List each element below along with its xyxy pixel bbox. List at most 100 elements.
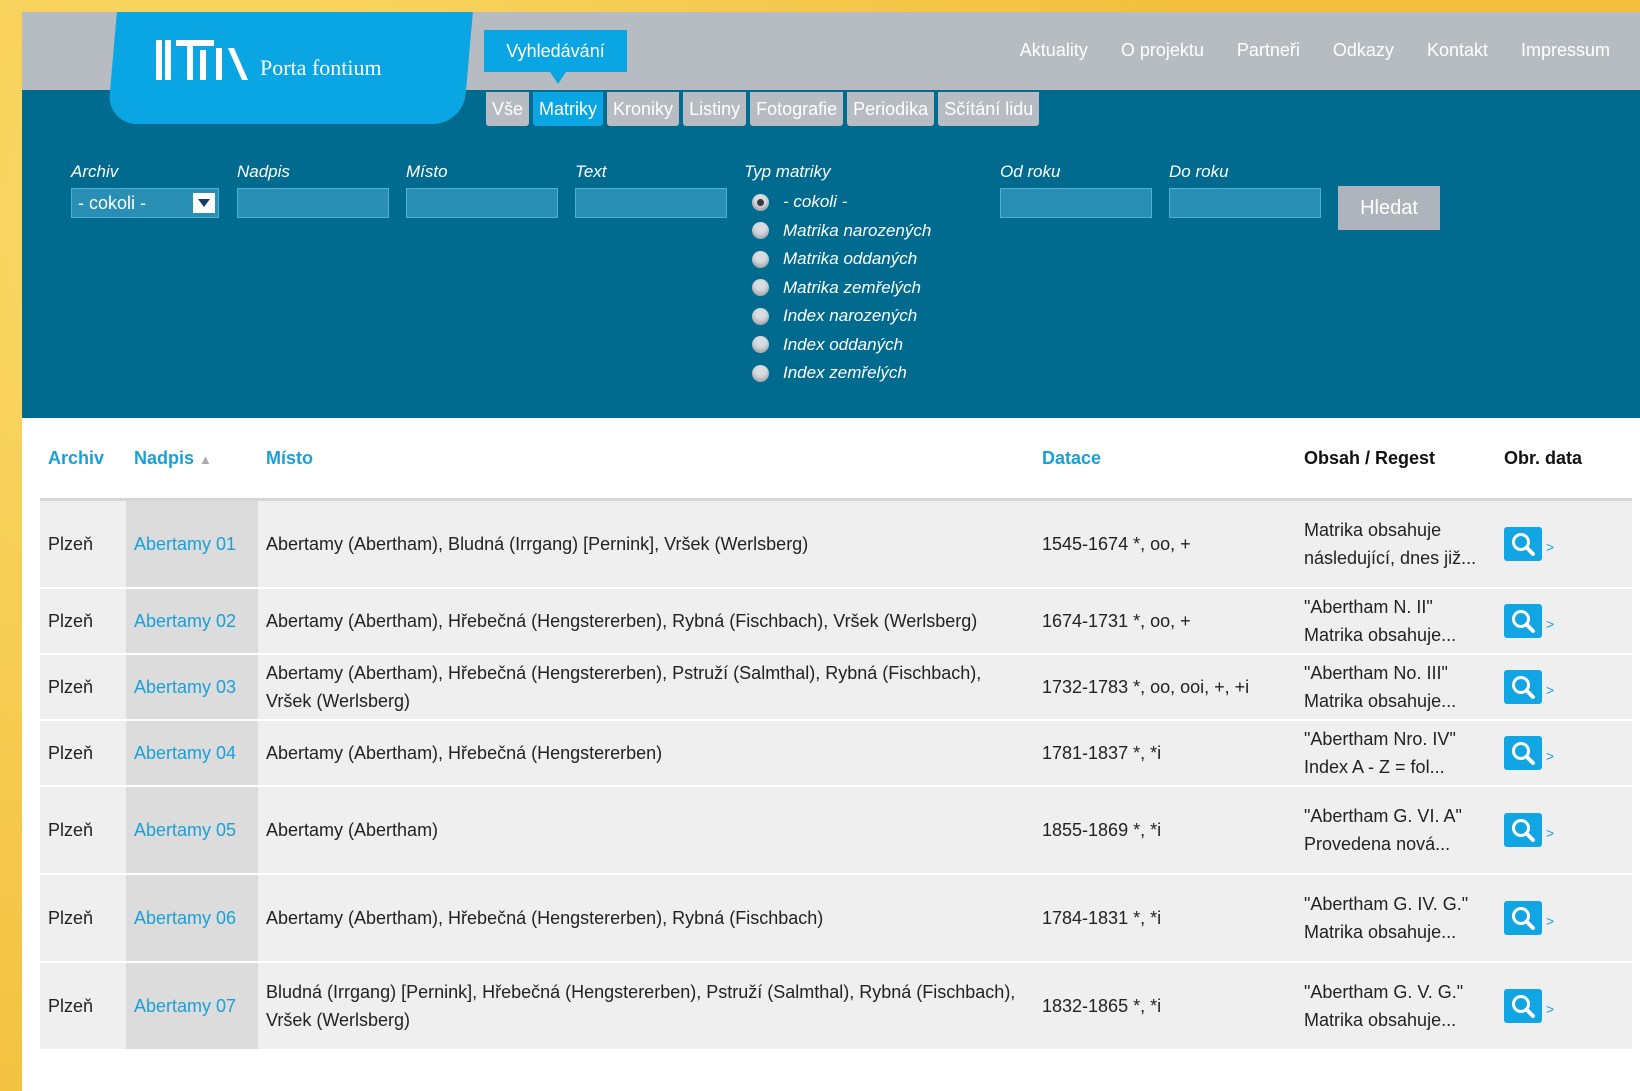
column-header-datace[interactable]: Datace [1034, 418, 1296, 501]
nav-link-odkazy[interactable]: Odkazy [1333, 40, 1394, 61]
radio-option[interactable]: Index oddaných [752, 331, 931, 360]
nadpis-input[interactable] [237, 188, 389, 218]
cell-nadpis-link[interactable]: Abertamy 06 [126, 873, 258, 963]
od-roku-label: Od roku [1000, 162, 1061, 181]
cell-nadpis-link[interactable]: Abertamy 01 [126, 499, 258, 589]
cell-datace: 1784-1831 *, *i [1034, 873, 1296, 963]
table-row: Plzeň Abertamy 01 Abertamy (Abertham), Blu… [40, 499, 1632, 589]
radio-option[interactable]: Matrika narozených [752, 217, 931, 246]
cell-obr-data: > [1496, 961, 1632, 1051]
cell-misto: Abertamy (Abertham), Hřebečná (Hengstere… [258, 719, 1034, 787]
cell-obsah: Matrika obsahuje následující, dnes již..… [1296, 499, 1496, 589]
radio-checked-icon[interactable] [752, 193, 769, 211]
column-header-archiv[interactable]: Archiv [40, 418, 126, 501]
tab-fotografie[interactable]: Fotografie [750, 92, 844, 126]
chevron-right-icon[interactable]: > [1546, 616, 1554, 632]
od-roku-input[interactable] [1000, 188, 1152, 218]
text-label: Text [575, 162, 607, 181]
chevron-right-icon[interactable]: > [1546, 682, 1554, 698]
tab-scitani-lidu[interactable]: Sčítání lidu [938, 92, 1040, 126]
category-tabs: Vše Matriky Kroniky Listiny Fotografie P… [486, 92, 1043, 126]
table-row: Plzeň Abertamy 02 Abertamy (Abertham), Hře… [40, 587, 1632, 655]
radio-icon[interactable] [752, 307, 769, 325]
top-links: Aktuality O projektu Partneři Odkazy Kon… [987, 40, 1610, 61]
results-table: Archiv Nadpis ▲ Místo Datace Obsah / Reg… [40, 418, 1632, 1051]
tab-matriky[interactable]: Matriky [533, 92, 604, 126]
radio-icon[interactable] [752, 336, 769, 354]
logo-text: Porta fontium [260, 55, 382, 80]
radio-icon[interactable] [752, 364, 769, 382]
tab-vse[interactable]: Vše [486, 92, 530, 126]
cell-obsah: "Abertham Nro. IV" Index A - Z = fol... [1296, 719, 1496, 787]
archiv-selected-value: - cokoli - [78, 193, 147, 213]
magnifier-icon[interactable] [1504, 735, 1542, 770]
column-header-nadpis[interactable]: Nadpis ▲ [126, 418, 258, 501]
cell-obsah: "Abertham N. II" Matrika obsahuje... [1296, 587, 1496, 655]
cell-nadpis-link[interactable]: Abertamy 05 [126, 785, 258, 875]
cell-obr-data: > [1496, 587, 1632, 655]
table-row: Plzeň Abertamy 03 Abertamy (Abertham), Hře… [40, 653, 1632, 721]
cell-nadpis-link[interactable]: Abertamy 07 [126, 961, 258, 1051]
column-header-obsah: Obsah / Regest [1296, 418, 1496, 501]
cell-misto: Abertamy (Abertham), Hřebečná (Hengstere… [258, 873, 1034, 963]
cell-obr-data: > [1496, 653, 1632, 721]
cell-datace: 1674-1731 *, oo, + [1034, 587, 1296, 655]
chevron-right-icon[interactable]: > [1546, 913, 1554, 929]
chevron-right-icon[interactable]: > [1546, 748, 1554, 764]
cell-obsah: "Abertham No. III" Matrika obsahuje... [1296, 653, 1496, 721]
archiv-select[interactable]: - cokoli - [71, 188, 219, 218]
radio-option[interactable]: Matrika oddaných [752, 245, 931, 274]
magnifier-icon[interactable] [1504, 603, 1542, 638]
radio-icon[interactable] [752, 279, 769, 297]
dropdown-arrow-icon[interactable] [193, 193, 215, 213]
magnifier-icon[interactable] [1504, 669, 1542, 704]
nav-link-o-projektu[interactable]: O projektu [1121, 40, 1204, 61]
search-filters: Archiv - cokoli - Nadpis Místo Text Typ … [22, 162, 1640, 392]
cell-misto: Abertamy (Abertham), Hřebečná (Hengstere… [258, 653, 1034, 721]
text-input[interactable] [575, 188, 727, 218]
cell-datace: 1832-1865 *, *i [1034, 961, 1296, 1051]
search-button[interactable]: Hledat [1338, 186, 1440, 230]
magnifier-icon[interactable] [1504, 900, 1542, 935]
cell-misto: Bludná (Irrgang) [Pernink], Hřebečná (He… [258, 961, 1034, 1051]
tab-vyhledavani[interactable]: Vyhledávání [484, 30, 627, 84]
magnifier-icon[interactable] [1504, 526, 1542, 561]
cell-datace: 1545-1674 *, oo, + [1034, 499, 1296, 589]
radio-option[interactable]: - cokoli - [752, 188, 931, 217]
table-row: Plzeň Abertamy 05 Abertamy (Abertham) 1855-… [40, 785, 1632, 875]
cell-nadpis-link[interactable]: Abertamy 02 [126, 587, 258, 655]
radio-option[interactable]: Index zemřelých [752, 359, 931, 388]
nav-link-kontakt[interactable]: Kontakt [1427, 40, 1488, 61]
logo-content[interactable]: Porta fontium [154, 38, 382, 82]
radio-option[interactable]: Index narozených [752, 302, 931, 331]
chevron-right-icon[interactable]: > [1546, 539, 1554, 555]
cell-archiv: Plzeň [40, 653, 126, 721]
cell-nadpis-link[interactable]: Abertamy 04 [126, 719, 258, 787]
typ-matriky-radio-group: - cokoli - Matrika narozených Matrika od… [752, 188, 931, 388]
tab-periodika[interactable]: Periodika [847, 92, 935, 126]
table-row: Plzeň Abertamy 07 Bludná (Irrgang) [Pernin… [40, 961, 1632, 1051]
radio-option[interactable]: Matrika zemřelých [752, 274, 931, 303]
magnifier-icon[interactable] [1504, 988, 1542, 1023]
nav-link-aktuality[interactable]: Aktuality [1020, 40, 1088, 61]
radio-icon[interactable] [752, 222, 769, 240]
radio-icon[interactable] [752, 250, 769, 268]
typ-matriky-label: Typ matriky [744, 162, 831, 181]
cell-obr-data: > [1496, 785, 1632, 875]
nav-link-impressum[interactable]: Impressum [1521, 40, 1610, 61]
cell-obr-data: > [1496, 719, 1632, 787]
magnifier-icon[interactable] [1504, 812, 1542, 847]
cell-archiv: Plzeň [40, 719, 126, 787]
chevron-right-icon[interactable]: > [1546, 1001, 1554, 1017]
cell-archiv: Plzeň [40, 587, 126, 655]
nadpis-label: Nadpis [237, 162, 290, 181]
misto-input[interactable] [406, 188, 558, 218]
do-roku-input[interactable] [1169, 188, 1321, 218]
cell-nadpis-link[interactable]: Abertamy 03 [126, 653, 258, 721]
chevron-right-icon[interactable]: > [1546, 825, 1554, 841]
tab-kroniky[interactable]: Kroniky [607, 92, 680, 126]
nav-link-partneri[interactable]: Partneři [1237, 40, 1300, 61]
column-header-misto[interactable]: Místo [258, 418, 1034, 501]
tab-listiny[interactable]: Listiny [683, 92, 747, 126]
cell-misto: Abertamy (Abertham) [258, 785, 1034, 875]
